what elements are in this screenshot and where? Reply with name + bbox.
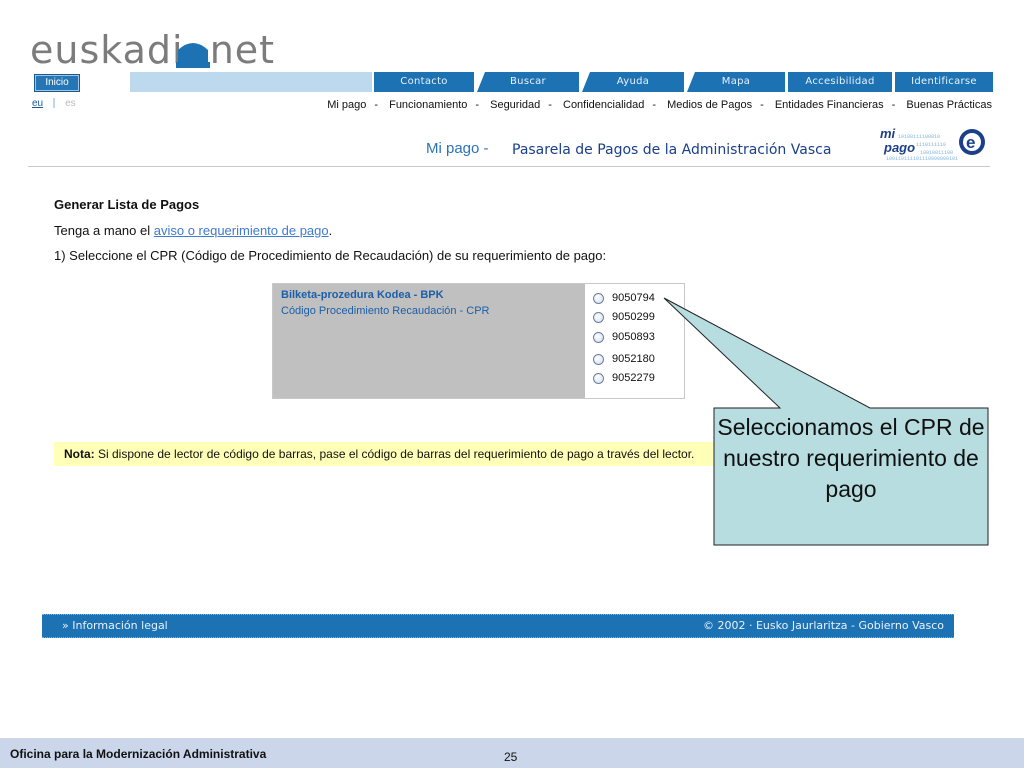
svg-text:1110111110: 1110111110 — [916, 142, 946, 148]
menu-medios-de-pagos[interactable]: Medios de Pagos — [667, 99, 752, 111]
menu-separator: - — [760, 99, 764, 111]
nav-tab-ayuda[interactable]: Ayuda — [582, 72, 684, 92]
slide-organization: Oficina para la Modernización Administra… — [10, 747, 267, 761]
nav-tab-contacto[interactable]: Contacto — [374, 72, 474, 92]
logo-dot-icon — [176, 43, 210, 68]
svg-text:100110111101110000000101: 100110111101110000000101 — [886, 156, 958, 162]
language-switch: eu es — [32, 98, 76, 109]
menu-confidencialidad[interactable]: Confidencialidad — [563, 99, 644, 111]
inicio-button[interactable]: Inicio — [34, 74, 80, 92]
slide-footer: Oficina para la Modernización Administra… — [0, 738, 1024, 768]
nota-text: Si dispone de lector de código de barras… — [94, 447, 695, 461]
radio-icon[interactable] — [593, 292, 604, 304]
menu-mi-pago[interactable]: Mi pago — [327, 99, 366, 111]
mipago-logo-icon: mi pago 10100111100010 1110111110 100100… — [880, 126, 985, 162]
nav-tab-identificarse[interactable]: Identificarse — [895, 72, 993, 92]
site-footer: » Información legal © 2002 · Eusko Jaurl… — [42, 614, 954, 638]
cpr-title-spanish: Código Procedimiento Recaudación - CPR — [281, 305, 490, 317]
nav-tab-accesibilidad[interactable]: Accesibilidad — [788, 72, 892, 92]
menu-separator: - — [891, 99, 896, 111]
mipago-logo-pago: pago — [883, 140, 915, 155]
cpr-option[interactable]: 9050794 — [593, 290, 655, 306]
nav-spacer — [130, 72, 372, 92]
cpr-option-label: 9050299 — [612, 311, 655, 323]
radio-icon[interactable] — [593, 372, 604, 384]
nota-box: Nota: Si dispone de lector de código de … — [54, 442, 734, 466]
page-title-bar: Mi pago - Pasarela de Pagos de la Admini… — [28, 126, 990, 167]
radio-icon[interactable] — [593, 311, 604, 323]
legal-info-link[interactable]: » Información legal — [62, 615, 168, 637]
cpr-option[interactable]: 9050893 — [593, 329, 655, 345]
lang-eu-link[interactable]: eu — [32, 98, 43, 109]
nav-tab-mapa[interactable]: Mapa — [687, 72, 785, 92]
instruction-suffix: . — [328, 223, 333, 238]
instruction-line-1: Tenga a mano el aviso o requerimiento de… — [54, 223, 332, 238]
radio-icon[interactable] — [593, 353, 604, 365]
menu-separator: - — [374, 99, 379, 111]
cpr-option[interactable]: 9052279 — [593, 370, 655, 386]
cpr-option-label: 9050893 — [612, 331, 655, 343]
page-title-pasarela: Pasarela de Pagos de la Administración V… — [512, 142, 832, 158]
cpr-option[interactable]: 9052180 — [593, 351, 655, 367]
radio-icon[interactable] — [593, 331, 604, 343]
lang-separator — [53, 98, 56, 109]
aviso-requerimiento-link[interactable]: aviso o requerimiento de pago — [154, 223, 329, 238]
nota-label: Nota: — [64, 447, 95, 461]
cpr-option-label: 9052279 — [612, 372, 655, 384]
cpr-options-cell: 9050794 9050299 9050893 9052180 9052279 — [585, 284, 684, 398]
cpr-option[interactable]: 9050299 — [593, 309, 655, 325]
menu-entidades-financieras[interactable]: Entidades Financieras — [775, 99, 884, 111]
cpr-selector: Bilketa-prozedura Kodea - BPK Código Pro… — [272, 283, 685, 399]
menu-separator: - — [475, 99, 480, 111]
menu-separator: - — [652, 99, 657, 111]
cpr-label-cell: Bilketa-prozedura Kodea - BPK Código Pro… — [273, 284, 585, 398]
nav-tab-buscar[interactable]: Buscar — [477, 72, 579, 92]
section-heading: Generar Lista de Pagos — [54, 197, 200, 212]
main-nav: Inicio Contacto Buscar Ayuda Mapa Accesi… — [30, 72, 994, 92]
euskadi-logo[interactable]: euskadi net — [30, 28, 280, 72]
mipago-logo-e: e — [966, 133, 975, 152]
slide-page-number: 25 — [504, 750, 518, 764]
instruction-line-2: 1) Seleccione el CPR (Código de Procedim… — [54, 248, 607, 263]
lang-es-link[interactable]: es — [65, 98, 76, 109]
menu-seguridad[interactable]: Seguridad — [490, 99, 540, 111]
mipago-logo-mi: mi — [880, 126, 896, 141]
page-title-mipago: Mi pago - — [426, 140, 489, 157]
cpr-title-basque: Bilketa-prozedura Kodea - BPK — [281, 289, 444, 301]
menu-buenas-practicas[interactable]: Buenas Prácticas — [906, 99, 992, 111]
cpr-option-label: 9052180 — [612, 353, 655, 365]
menu-funcionamiento[interactable]: Funcionamiento — [389, 99, 467, 111]
callout-text: Seleccionamos el CPR de nuestro requerim… — [717, 414, 985, 502]
menu-separator: - — [548, 99, 552, 111]
top-menu: Mi pago - Funcionamiento - Seguridad - Conf… — [327, 99, 992, 111]
instruction-prefix: Tenga a mano el — [54, 223, 154, 238]
cpr-option-label: 9050794 — [612, 292, 655, 304]
logo-text: euskadi net — [30, 28, 276, 72]
svg-text:10100111100010: 10100111100010 — [898, 134, 940, 140]
copyright-text: © 2002 · Eusko Jaurlaritza - Gobierno Va… — [703, 619, 944, 632]
